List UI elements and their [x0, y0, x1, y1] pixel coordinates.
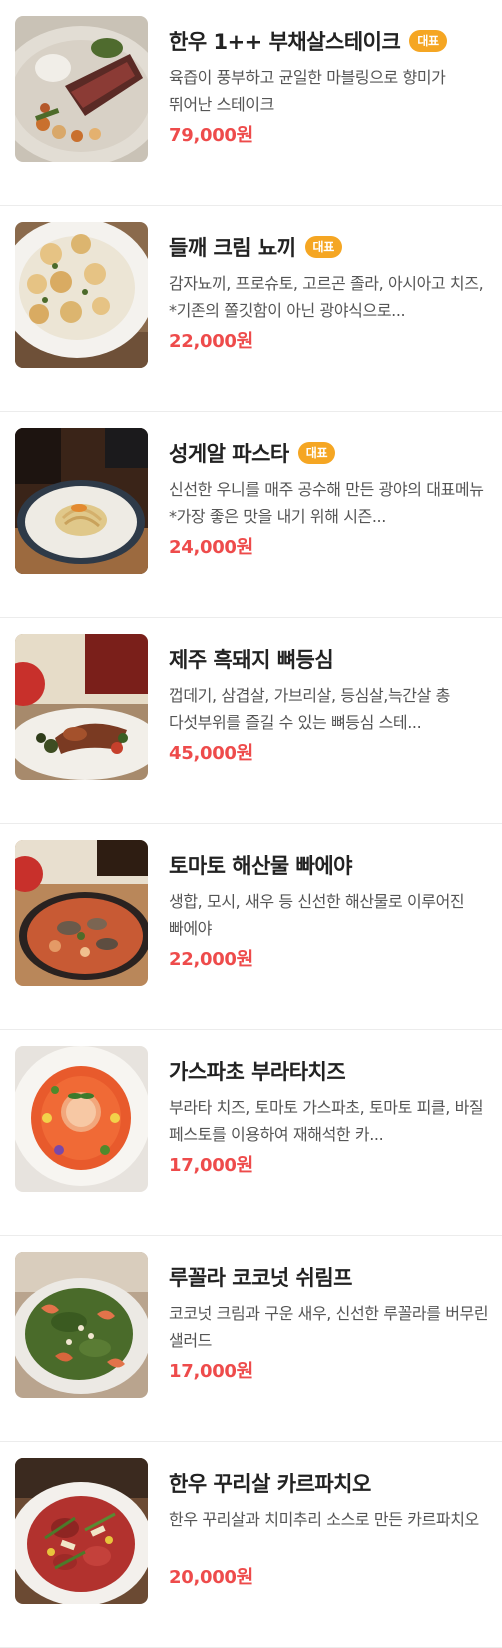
menu-price: 79,000원 — [169, 125, 253, 146]
signature-badge: 대표 — [297, 442, 336, 464]
title-row: 루꼴라 코코넛 쉬림프 — [169, 1260, 489, 1294]
menu-item-info: 가스파초 부라타치즈 부라타 치즈, 토마토 가스파초, 토마토 피클, 바질 … — [169, 1054, 489, 1177]
menu-item-gnocchi[interactable]: 들깨 크림 뇨끼 대표 감자뇨끼, 프로슈토, 고르곤 졸라, 아시아고 치즈,… — [0, 206, 502, 412]
menu-price: 24,000원 — [169, 537, 253, 558]
menu-item-steak[interactable]: 한우 1++ 부채살스테이크 대표 육즙이 풍부하고 균일한 마블링으로 향미가… — [0, 0, 502, 206]
menu-name: 들깨 크림 뇨끼 — [169, 236, 296, 260]
title-row: 한우 1++ 부채살스테이크 대표 — [169, 24, 489, 58]
menu-item-paella[interactable]: 토마토 해산물 빠에야 생합, 모시, 새우 등 신선한 해산물로 이루어진 빠… — [0, 824, 502, 1030]
menu-item-pork[interactable]: 제주 흑돼지 뼈등심 껍데기, 삼겹살, 가브리살, 등심살,늑간살 총 다섯부… — [0, 618, 502, 824]
title-row: 제주 흑돼지 뼈등심 — [169, 642, 489, 676]
menu-description: 부라타 치즈, 토마토 가스파초, 토마토 피클, 바질 페스토를 이용하여 재… — [169, 1098, 484, 1144]
menu-item-burrata[interactable]: 가스파초 부라타치즈 부라타 치즈, 토마토 가스파초, 토마토 피클, 바질 … — [0, 1030, 502, 1236]
menu-price: 45,000원 — [169, 743, 253, 764]
menu-description: 감자뇨끼, 프로슈토, 고르곤 졸라, 아시아고 치즈, *기존의 쫄깃함이 아… — [169, 274, 484, 320]
pork-photo[interactable] — [15, 634, 148, 780]
menu-name: 가스파초 부라타치즈 — [169, 1060, 346, 1084]
pasta-photo[interactable] — [15, 428, 148, 574]
signature-badge: 대표 — [304, 236, 343, 258]
menu-item-info: 성게알 파스타 대표 신선한 우니를 매주 공수해 만든 광야의 대표메뉴 *가… — [169, 436, 489, 559]
carpaccio-photo[interactable] — [15, 1458, 148, 1604]
menu-item-uni-pasta[interactable]: 성게알 파스타 대표 신선한 우니를 매주 공수해 만든 광야의 대표메뉴 *가… — [0, 412, 502, 618]
menu-item-carpaccio[interactable]: 한우 꾸리살 카르파치오 한우 꾸리살과 치미추리 소스로 만든 카르파치오 2… — [0, 1442, 502, 1648]
menu-name: 제주 흑돼지 뼈등심 — [169, 648, 334, 672]
steak-photo[interactable] — [15, 16, 148, 162]
menu-name: 한우 꾸리살 카르파치오 — [169, 1472, 371, 1496]
title-row: 들깨 크림 뇨끼 대표 — [169, 230, 489, 264]
menu-name: 한우 1++ 부채살스테이크 — [169, 30, 401, 54]
menu-price: 17,000원 — [169, 1361, 253, 1382]
menu-price: 20,000원 — [169, 1567, 253, 1588]
burrata-photo[interactable] — [15, 1046, 148, 1192]
signature-badge: 대표 — [409, 30, 447, 52]
title-row: 성게알 파스타 대표 — [169, 436, 489, 470]
menu-name: 루꼴라 코코넛 쉬림프 — [169, 1266, 353, 1290]
menu-item-info: 들깨 크림 뇨끼 대표 감자뇨끼, 프로슈토, 고르곤 졸라, 아시아고 치즈,… — [169, 230, 489, 353]
menu-item-info: 루꼴라 코코넛 쉬림프 코코넛 크림과 구운 새우, 신선한 루꼴라를 버무린 … — [169, 1260, 489, 1383]
menu-description: 생합, 모시, 새우 등 신선한 해산물로 이루어진 빠에야 — [169, 892, 465, 938]
menu-description: 코코넛 크림과 구운 새우, 신선한 루꼴라를 버무린 샐러드 — [169, 1304, 489, 1350]
paella-photo[interactable] — [15, 840, 148, 986]
menu-description: 신선한 우니를 매주 공수해 만든 광야의 대표메뉴 *가장 좋은 맛을 내기 … — [169, 480, 484, 526]
menu-item-info: 한우 꾸리살 카르파치오 한우 꾸리살과 치미추리 소스로 만든 카르파치오 2… — [169, 1466, 489, 1589]
gnocchi-photo[interactable] — [15, 222, 148, 368]
menu-name: 성게알 파스타 — [169, 442, 289, 466]
title-row: 가스파초 부라타치즈 — [169, 1054, 489, 1088]
menu-item-info: 제주 흑돼지 뼈등심 껍데기, 삼겹살, 가브리살, 등심살,늑간살 총 다섯부… — [169, 642, 489, 765]
menu-list: 한우 1++ 부채살스테이크 대표 육즙이 풍부하고 균일한 마블링으로 향미가… — [0, 0, 502, 1648]
menu-price: 17,000원 — [169, 1155, 253, 1176]
menu-description: 육즙이 풍부하고 균일한 마블링으로 향미가 뛰어난 스테이크 — [169, 68, 446, 114]
menu-item-shrimp-salad[interactable]: 루꼴라 코코넛 쉬림프 코코넛 크림과 구운 새우, 신선한 루꼴라를 버무린 … — [0, 1236, 502, 1442]
shrimp-salad-photo[interactable] — [15, 1252, 148, 1398]
menu-name: 토마토 해산물 빠에야 — [169, 854, 353, 878]
menu-item-info: 토마토 해산물 빠에야 생합, 모시, 새우 등 신선한 해산물로 이루어진 빠… — [169, 848, 489, 971]
menu-description: 한우 꾸리살과 치미추리 소스로 만든 카르파치오 — [169, 1510, 479, 1529]
menu-price: 22,000원 — [169, 949, 253, 970]
menu-item-info: 한우 1++ 부채살스테이크 대표 육즙이 풍부하고 균일한 마블링으로 향미가… — [169, 24, 489, 147]
menu-price: 22,000원 — [169, 331, 253, 352]
menu-description: 껍데기, 삼겹살, 가브리살, 등심살,늑간살 총 다섯부위를 즐길 수 있는 … — [169, 686, 450, 732]
title-row: 토마토 해산물 빠에야 — [169, 848, 489, 882]
title-row: 한우 꾸리살 카르파치오 — [169, 1466, 489, 1500]
